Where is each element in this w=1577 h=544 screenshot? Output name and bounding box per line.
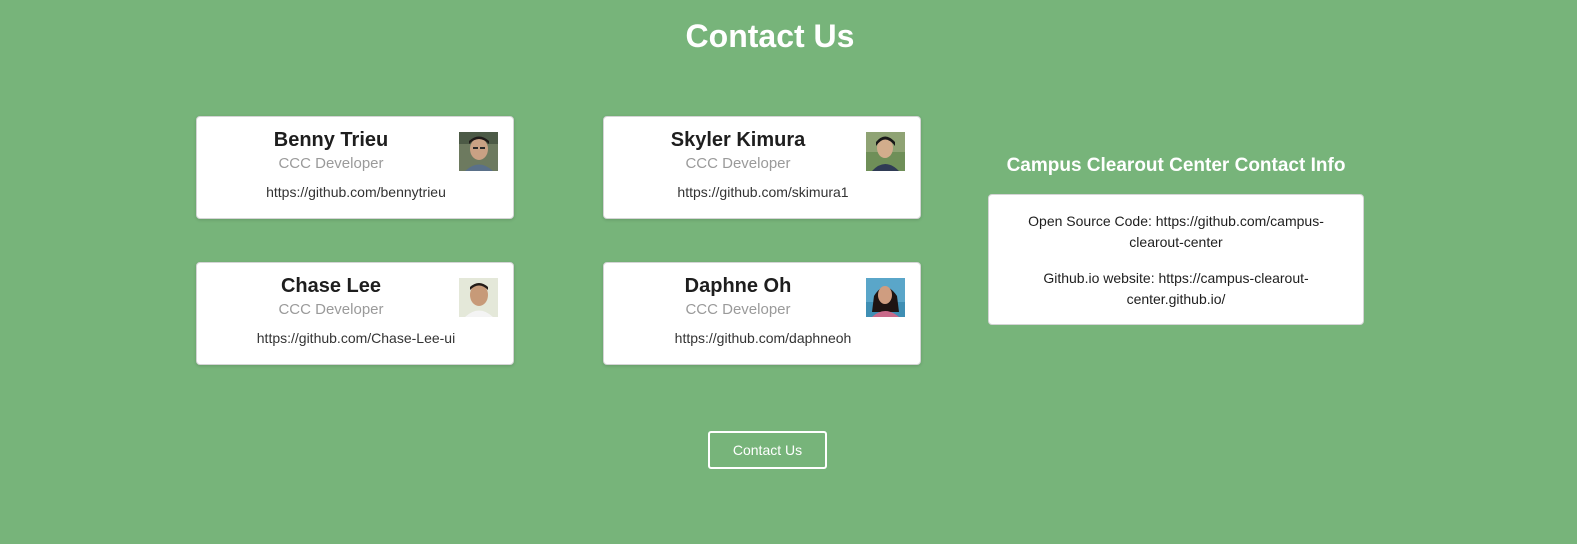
contact-info-title: Campus Clearout Center Contact Info (1006, 155, 1346, 176)
contact-info-card: Open Source Code: https://github.com/cam… (988, 194, 1364, 325)
developer-role: CCC Developer (685, 301, 791, 318)
open-source-link[interactable]: Open Source Code: https://github.com/cam… (1017, 211, 1335, 253)
developer-github-link[interactable]: https://github.com/bennytrieu (197, 184, 515, 200)
avatar (459, 278, 498, 317)
avatar (866, 278, 905, 317)
page-title: Contact Us (685, 18, 855, 54)
developer-card-daphne-oh: Daphne Oh CCC Developer https://github.c… (603, 262, 921, 365)
developer-role: CCC Developer (278, 301, 384, 318)
developer-name: Skyler Kimura (670, 129, 806, 151)
developer-name: Benny Trieu (273, 129, 389, 151)
developer-role: CCC Developer (685, 155, 791, 172)
developer-card-chase-lee: Chase Lee CCC Developer https://github.c… (196, 262, 514, 365)
avatar (866, 132, 905, 171)
developer-card-benny-trieu: Benny Trieu CCC Developer https://github… (196, 116, 514, 219)
developer-role: CCC Developer (278, 155, 384, 172)
website-link[interactable]: Github.io website: https://campus-clearo… (1017, 268, 1335, 310)
developer-name: Daphne Oh (684, 275, 792, 297)
contact-us-button[interactable]: Contact Us (708, 431, 827, 469)
developer-github-link[interactable]: https://github.com/daphneoh (604, 330, 922, 346)
developer-name: Chase Lee (280, 275, 382, 297)
developer-github-link[interactable]: https://github.com/skimura1 (604, 184, 922, 200)
developer-card-skyler-kimura: Skyler Kimura CCC Developer https://gith… (603, 116, 921, 219)
developer-github-link[interactable]: https://github.com/Chase-Lee-ui (197, 330, 515, 346)
avatar (459, 132, 498, 171)
